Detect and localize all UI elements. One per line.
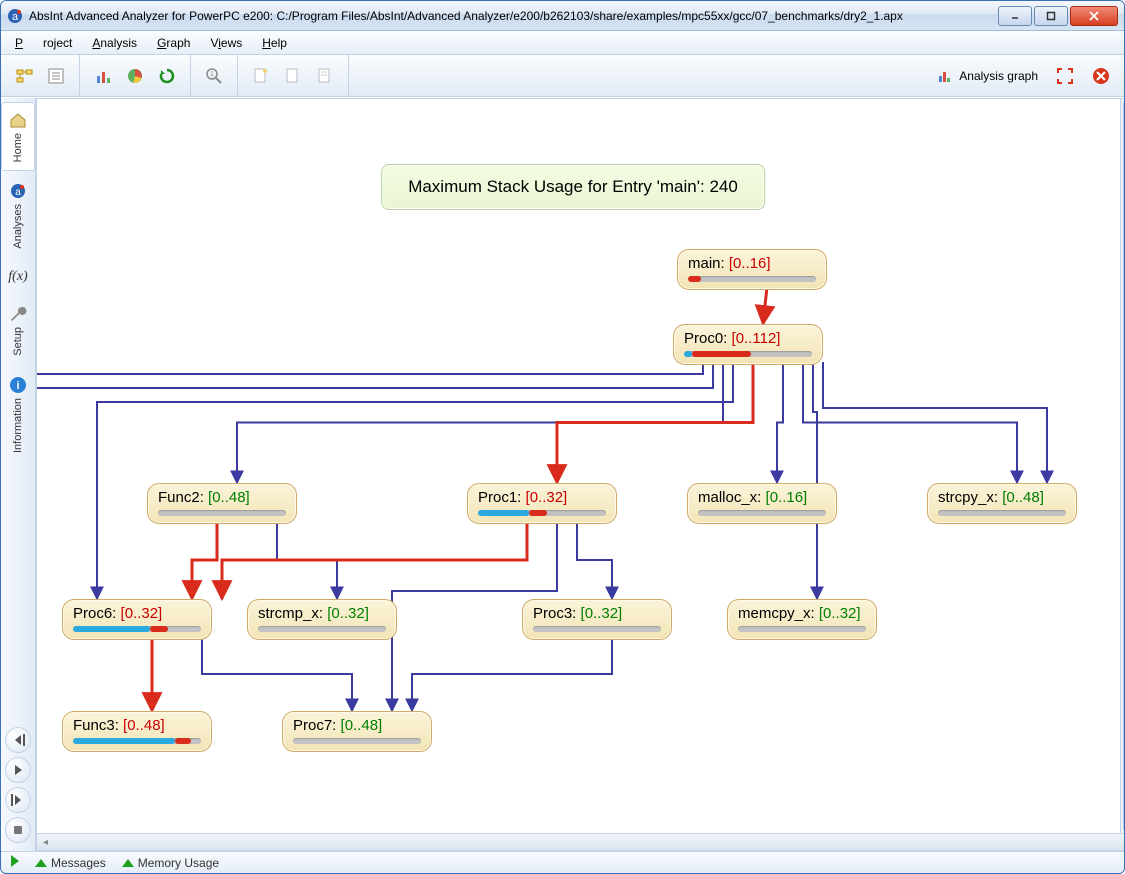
toolbar-close-icon[interactable] <box>1086 61 1116 91</box>
graph-canvas[interactable]: Maximum Stack Usage for Entry 'main': 24… <box>36 98 1124 851</box>
toolbar-chart-icon[interactable] <box>88 61 118 91</box>
toolbar-page3-icon[interactable] <box>310 61 340 91</box>
scroll-left-icon[interactable]: ◂ <box>37 835 54 850</box>
toolbar-list-icon[interactable] <box>41 61 71 91</box>
graph-node-memcpy_x[interactable]: memcpy_x: [0..32] <box>727 599 877 640</box>
graph-node-Proc1[interactable]: Proc1: [0..32] <box>467 483 617 524</box>
toolbar: 1 Analysis graph <box>1 55 1124 97</box>
graph-node-main[interactable]: main: [0..16] <box>677 249 827 290</box>
fx-icon: f(x) <box>8 269 27 285</box>
toolbar-refresh-icon[interactable] <box>152 61 182 91</box>
graph-node-strcpy_x[interactable]: strcpy_x: [0..48] <box>927 483 1077 524</box>
media-stop-button[interactable] <box>5 817 31 843</box>
graph-node-malloc_x[interactable]: malloc_x: [0..16] <box>687 483 837 524</box>
toolbar-zoom-icon[interactable]: 1 <box>199 61 229 91</box>
toolbar-page2-icon[interactable] <box>278 61 308 91</box>
graph-node-Func2[interactable]: Func2: [0..48] <box>147 483 297 524</box>
graph-node-Func3[interactable]: Func3: [0..48] <box>62 711 212 752</box>
window-title: AbsInt Advanced Analyzer for PowerPC e20… <box>29 9 990 23</box>
home-icon <box>9 111 27 129</box>
menu-views[interactable]: Views <box>200 33 252 53</box>
wrench-icon <box>9 305 27 323</box>
minimize-button[interactable] <box>998 6 1032 26</box>
graph-node-Proc0[interactable]: Proc0: [0..112] <box>673 324 823 365</box>
titlebar: a AbsInt Advanced Analyzer for PowerPC e… <box>1 1 1124 31</box>
side-tab-home[interactable]: Home <box>1 102 35 171</box>
svg-text:i: i <box>16 380 19 392</box>
close-button[interactable] <box>1070 6 1118 26</box>
toolbar-open-icon[interactable] <box>9 61 39 91</box>
side-tab-information[interactable]: i Information <box>1 367 35 462</box>
side-tab-setup[interactable]: Setup <box>1 296 35 365</box>
stack-usage-banner: Maximum Stack Usage for Entry 'main': 24… <box>381 164 765 210</box>
statusbar: Messages Memory Usage <box>1 851 1124 873</box>
menu-graph[interactable]: Graph <box>147 33 200 53</box>
app-icon: a <box>7 8 23 24</box>
graph-node-Proc6[interactable]: Proc6: [0..32] <box>62 599 212 640</box>
menubar: Project Analysis Graph Views Help <box>1 31 1124 55</box>
status-memory-usage[interactable]: Memory Usage <box>122 856 219 870</box>
analysis-icon: a <box>9 182 27 200</box>
toolbar-page1-icon[interactable] <box>246 61 276 91</box>
status-play-icon[interactable] <box>11 855 19 870</box>
scroll-right-icon[interactable]: ▸ <box>1120 835 1124 850</box>
maximize-button[interactable] <box>1034 6 1068 26</box>
horizontal-scrollbar[interactable]: ◂ ▸ <box>37 833 1124 850</box>
vertical-scrollbar[interactable] <box>1120 99 1124 833</box>
menu-project[interactable]: Project <box>5 33 82 53</box>
status-messages[interactable]: Messages <box>35 856 106 870</box>
toolbar-fullscreen-icon[interactable] <box>1050 61 1080 91</box>
graph-node-Proc7[interactable]: Proc7: [0..48] <box>282 711 432 752</box>
analysis-graph-label[interactable]: Analysis graph <box>931 65 1044 87</box>
menu-help[interactable]: Help <box>252 33 297 53</box>
svg-text:a: a <box>15 187 21 198</box>
side-tab-fx[interactable]: f(x) <box>1 260 35 294</box>
side-tabs: Home a Analyses f(x) Setup i Information <box>1 98 36 851</box>
info-icon: i <box>9 376 27 394</box>
toolbar-pie-icon[interactable] <box>120 61 150 91</box>
media-step-fwd-button[interactable] <box>5 787 31 813</box>
svg-text:1: 1 <box>210 71 214 78</box>
chart-small-icon <box>937 68 953 84</box>
media-step-back-button[interactable] <box>5 727 31 753</box>
media-play-button[interactable] <box>5 757 31 783</box>
menu-analysis[interactable]: Analysis <box>82 33 147 53</box>
graph-node-strcmp_x[interactable]: strcmp_x: [0..32] <box>247 599 397 640</box>
graph-node-Proc3[interactable]: Proc3: [0..32] <box>522 599 672 640</box>
side-tab-analyses[interactable]: a Analyses <box>1 173 35 258</box>
